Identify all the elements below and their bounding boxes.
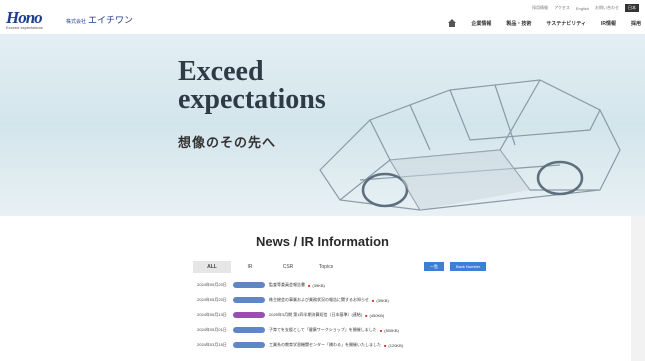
nav-item-recruit[interactable]: 採用 [631, 20, 641, 27]
news-section-title: News / IR Information [256, 234, 389, 249]
news-buttons: 一覧 Back Number [424, 262, 487, 271]
pdf-icon: ■ [308, 282, 311, 288]
pdf-icon: ■ [365, 312, 368, 318]
hero-banner: Exceed expectations 想像のその先へ [0, 34, 645, 216]
util-link-contact[interactable]: お問い合わせ [595, 5, 619, 11]
nav-item-company[interactable]: 企業情報 [471, 20, 491, 27]
tab-csr[interactable]: CSR [269, 261, 307, 273]
news-item[interactable]: 2024年03月15日 工業系の教育学習機関センター「橋わる」を開催いたしました… [197, 340, 497, 350]
util-link-access[interactable]: アクセス [554, 5, 570, 11]
category-badge [233, 342, 265, 348]
lang-switch[interactable]: 日本 [625, 4, 639, 12]
list-button[interactable]: 一覧 [424, 262, 444, 271]
category-badge [233, 312, 265, 318]
company-name-text: エイチワン [88, 15, 134, 25]
news-text[interactable]: 工業系の教育学習機関センター「橋わる」を開催いたしました [269, 342, 381, 348]
tab-topics[interactable]: Topics [307, 261, 345, 273]
news-text[interactable]: 子育てを支援として「健康ワークショップ」を開催しました [269, 327, 377, 333]
file-size: (500KB) [384, 327, 399, 333]
pdf-icon: ■ [379, 327, 383, 333]
news-text[interactable]: 監査等委員会報告書 [269, 282, 305, 288]
hero-title-line-2: expectations [178, 84, 326, 115]
category-badge [233, 327, 265, 333]
news-date: 2024年05月20日 [197, 282, 227, 287]
nav-item-products[interactable]: 製品・技術 [506, 20, 531, 27]
file-size: (39KB) [312, 282, 325, 288]
file-size: (39KB) [376, 297, 389, 303]
file-size: (450KB) [369, 312, 385, 318]
utility-links: 採用情報 アクセス English お問い合わせ 日本 [532, 4, 639, 12]
util-link-english[interactable]: English [576, 6, 589, 11]
news-date: 2024年05月01日 [197, 327, 227, 332]
hero-title: Exceed expectations [178, 58, 326, 114]
news-text[interactable]: 株主総会の事業および業務状況の報告に関するお知らせ [269, 297, 369, 303]
hero-subtitle: 想像のその先へ [178, 135, 277, 150]
news-text[interactable]: 2025年3月期 第1四半期決算短信〔日本基準〕(連結) [269, 312, 362, 318]
news-tabs: ALL IR CSR Topics [193, 261, 345, 273]
company-logo[interactable]: Hono Exceed expectations [6, 8, 68, 30]
nav-item-sustainability[interactable]: サステナビリティ [546, 20, 586, 27]
news-date: 2024年05月20日 [197, 297, 227, 302]
category-badge [233, 282, 265, 288]
tab-ir[interactable]: IR [231, 261, 269, 273]
car-frame-illustration [319, 79, 621, 211]
logo-tagline: Exceed expectations [6, 25, 43, 30]
news-list: 2024年05月20日 監査等委員会報告書 ■ (39KB) 2024年05月2… [197, 280, 497, 355]
pdf-icon: ■ [384, 342, 387, 348]
pdf-icon: ■ [371, 297, 375, 303]
category-badge [233, 297, 265, 303]
site-header: Hono Exceed expectations 株式会社 エイチワン 採用情報 … [0, 0, 645, 35]
nav-item-ir[interactable]: IR情報 [601, 20, 616, 27]
news-item[interactable]: 2024年05月01日 子育てを支援として「健康ワークショップ」を開催しました … [197, 325, 497, 335]
news-date: 2024年03月15日 [197, 342, 227, 347]
side-shadow [631, 216, 645, 361]
back-number-button[interactable]: Back Number [450, 262, 487, 271]
home-icon[interactable] [448, 19, 457, 27]
util-link-recruit[interactable]: 採用情報 [532, 5, 548, 11]
news-item[interactable]: 2024年05月13日 2025年3月期 第1四半期決算短信〔日本基準〕(連結)… [197, 310, 497, 320]
company-prefix: 株式会社 [66, 19, 87, 25]
news-item[interactable]: 2024年05月20日 株主総会の事業および業務状況の報告に関するお知らせ ■ … [197, 295, 497, 305]
news-item[interactable]: 2024年05月20日 監査等委員会報告書 ■ (39KB) [197, 280, 497, 290]
news-date: 2024年05月13日 [197, 312, 227, 317]
global-nav: 企業情報 製品・技術 サステナビリティ IR情報 採用 [448, 19, 641, 27]
file-size: (120KB) [388, 342, 404, 348]
hero-title-line-1: Exceed [178, 56, 264, 87]
company-name[interactable]: 株式会社 エイチワン [66, 13, 133, 26]
tab-all[interactable]: ALL [193, 261, 231, 273]
